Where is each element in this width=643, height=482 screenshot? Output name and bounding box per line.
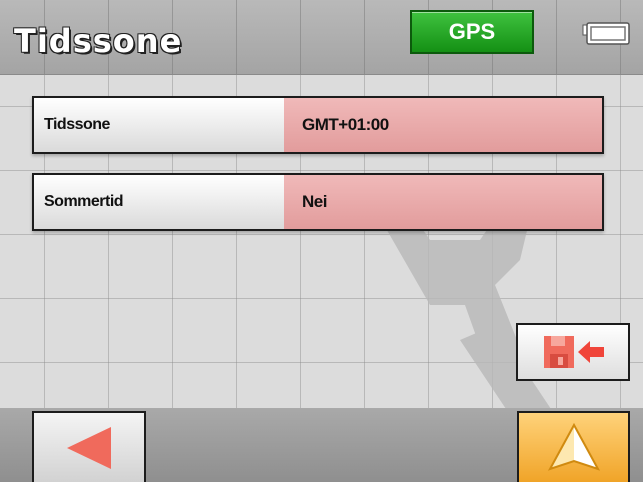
back-button[interactable] xyxy=(32,411,146,482)
save-button[interactable] xyxy=(516,323,630,381)
gps-status-badge[interactable]: GPS xyxy=(410,10,534,54)
setting-row-daylight-saving[interactable]: Sommertid Nei xyxy=(32,173,604,231)
screen: Tidssone GPS Tidssone GMT+01:00 Sommerti… xyxy=(0,0,643,482)
setting-label: Tidssone xyxy=(34,98,284,152)
navigate-button[interactable] xyxy=(517,411,630,482)
wrench-icon xyxy=(380,218,555,430)
navigation-arrow-icon xyxy=(547,422,600,471)
save-icon xyxy=(544,336,604,368)
battery-icon xyxy=(582,22,630,45)
back-arrow-icon xyxy=(67,426,111,469)
title-bar: Tidssone GPS xyxy=(0,0,643,75)
timezone-value[interactable]: GMT+01:00 xyxy=(284,98,602,152)
setting-row-timezone[interactable]: Tidssone GMT+01:00 xyxy=(32,96,604,154)
page-title: Tidssone xyxy=(14,22,183,60)
daylight-saving-value[interactable]: Nei xyxy=(284,175,602,229)
setting-label: Sommertid xyxy=(34,175,284,229)
